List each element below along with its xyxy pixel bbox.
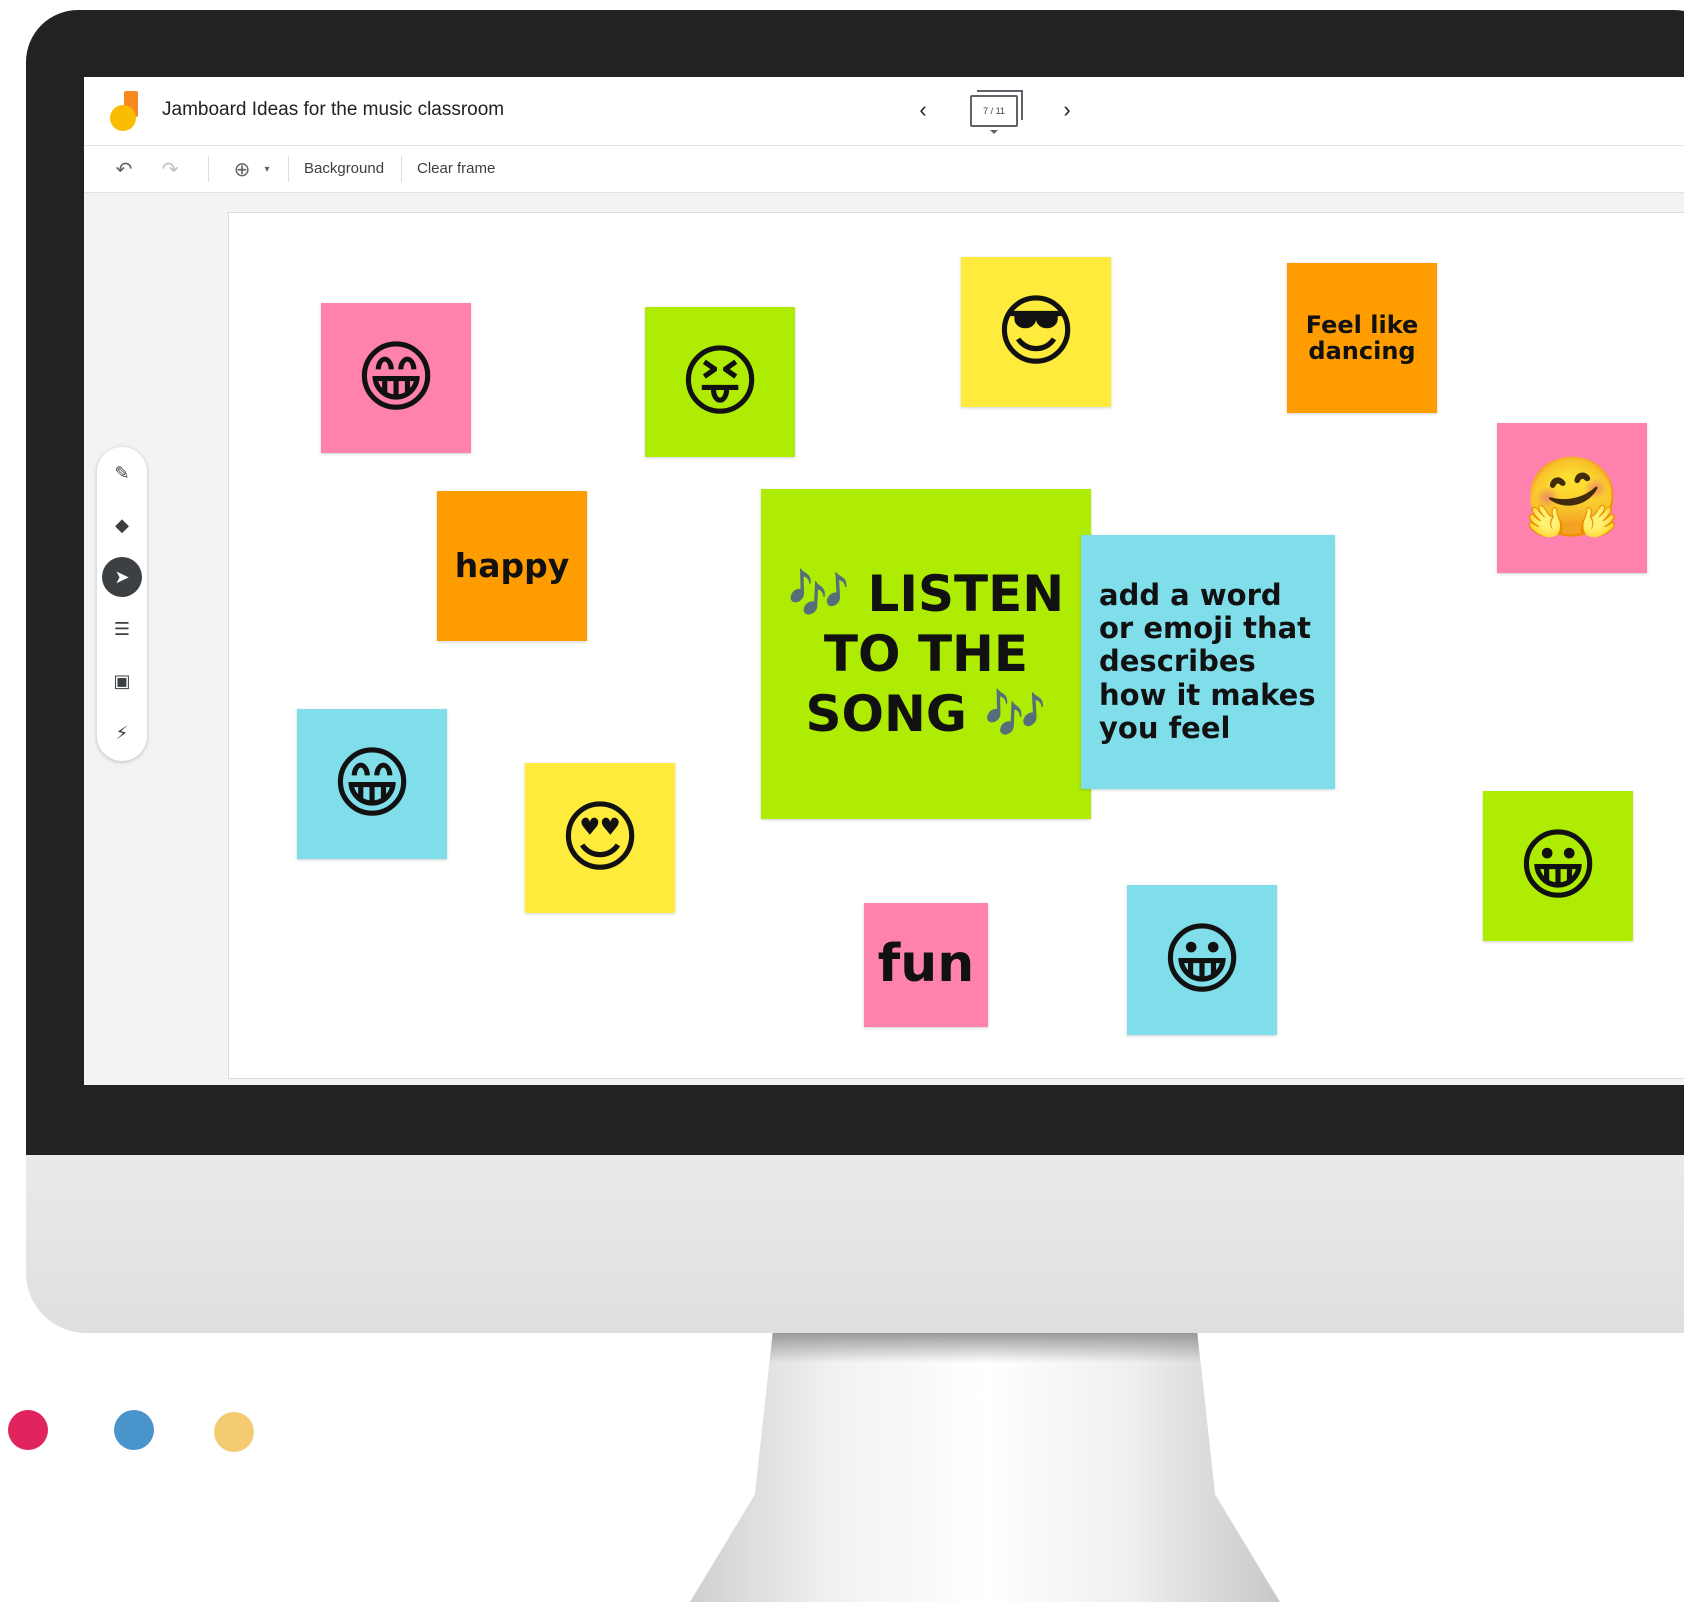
- jam-canvas[interactable]: 😁 😝 😎 Feel like dancing 🤗 happy 🎶 LISTEN…: [228, 212, 1684, 1079]
- squint-tongue-emoji-icon: 😝: [679, 337, 761, 427]
- sticky-note-heart-eyes[interactable]: 😍: [525, 763, 675, 913]
- note-text: 🎶 LISTEN TO THE SONG 🎶: [787, 565, 1065, 743]
- sticky-note-listen-to-the-song[interactable]: 🎶 LISTEN TO THE SONG 🎶: [761, 489, 1091, 819]
- sunglasses-emoji-icon: 😎: [995, 287, 1077, 377]
- sticky-note-happy[interactable]: happy: [437, 491, 587, 641]
- toolbar: ↶ ↷ ⊕ ▾ Background Clear frame: [84, 146, 1684, 193]
- sticky-note-sunglasses[interactable]: 😎: [961, 257, 1111, 407]
- hugging-emoji-icon: 🤗: [1523, 453, 1621, 543]
- monitor-chin: [26, 1155, 1684, 1333]
- heart-eyes-emoji-icon: 😍: [559, 793, 641, 883]
- note-text: add a word or emoji that describes how i…: [1099, 577, 1316, 746]
- sticky-note-icon[interactable]: ☰: [102, 609, 142, 649]
- pen-icon[interactable]: ✎: [102, 453, 142, 493]
- sticky-note-fun[interactable]: fun: [864, 903, 988, 1027]
- grin-emoji-icon: 😁: [355, 333, 437, 423]
- select-icon[interactable]: ➤: [102, 557, 142, 597]
- tool-palette: ✎ ◆ ➤ ☰ ▣ ⚡: [97, 447, 147, 761]
- frame-bar-button[interactable]: 7 / 11: [970, 90, 1023, 134]
- document-title[interactable]: Jamboard Ideas for the music classroom: [162, 99, 504, 121]
- decorative-dot-yellow: [214, 1412, 254, 1452]
- sticky-note-grinning-green[interactable]: 😀: [1483, 791, 1633, 941]
- decorative-dot-blue: [114, 1410, 154, 1450]
- grinning-emoji-icon: 😀: [1517, 821, 1599, 911]
- grin-emoji-icon: 😁: [331, 739, 413, 829]
- zoom-icon[interactable]: ⊕: [228, 156, 256, 182]
- monitor-stand-shadow: [769, 1333, 1201, 1363]
- sticky-note-feel-like-dancing[interactable]: Feel like dancing: [1287, 263, 1437, 413]
- undo-icon[interactable]: ↶: [110, 156, 138, 182]
- sticky-note-squint-tongue[interactable]: 😝: [645, 307, 795, 457]
- note-text: happy: [454, 545, 570, 585]
- sticky-note-grin[interactable]: 😁: [321, 303, 471, 453]
- grinning-emoji-icon: 😀: [1161, 915, 1243, 1005]
- laser-icon[interactable]: ⚡: [102, 713, 142, 753]
- note-text: Feel like dancing: [1305, 310, 1419, 365]
- chevron-left-icon[interactable]: ‹: [908, 95, 938, 125]
- eraser-icon[interactable]: ◆: [102, 505, 142, 545]
- background-button[interactable]: Background: [304, 160, 384, 177]
- sticky-note-instructions[interactable]: add a word or emoji that describes how i…: [1081, 535, 1335, 789]
- sticky-note-hugging[interactable]: 🤗: [1497, 423, 1647, 573]
- image-icon[interactable]: ▣: [102, 661, 142, 701]
- redo-icon[interactable]: ↷: [156, 156, 184, 182]
- toolbar-divider: [401, 156, 402, 182]
- note-text: fun: [877, 934, 975, 995]
- sticky-note-grinning-cyan[interactable]: 😀: [1127, 885, 1277, 1035]
- chevron-right-icon[interactable]: ›: [1052, 95, 1082, 125]
- toolbar-divider: [288, 156, 289, 182]
- clear-frame-button[interactable]: Clear frame: [417, 160, 495, 177]
- sticky-note-grin-cyan[interactable]: 😁: [297, 709, 447, 859]
- chevron-down-icon[interactable]: ▾: [260, 156, 274, 182]
- decorative-dot-red: [8, 1410, 48, 1450]
- monitor-stand: [690, 1333, 1280, 1602]
- jamboard-logo-icon[interactable]: [108, 91, 142, 131]
- toolbar-divider: [208, 156, 209, 182]
- jamboard-screen: Jamboard Ideas for the music classroom ‹…: [84, 77, 1684, 1085]
- top-bar: Jamboard Ideas for the music classroom ‹…: [84, 77, 1684, 146]
